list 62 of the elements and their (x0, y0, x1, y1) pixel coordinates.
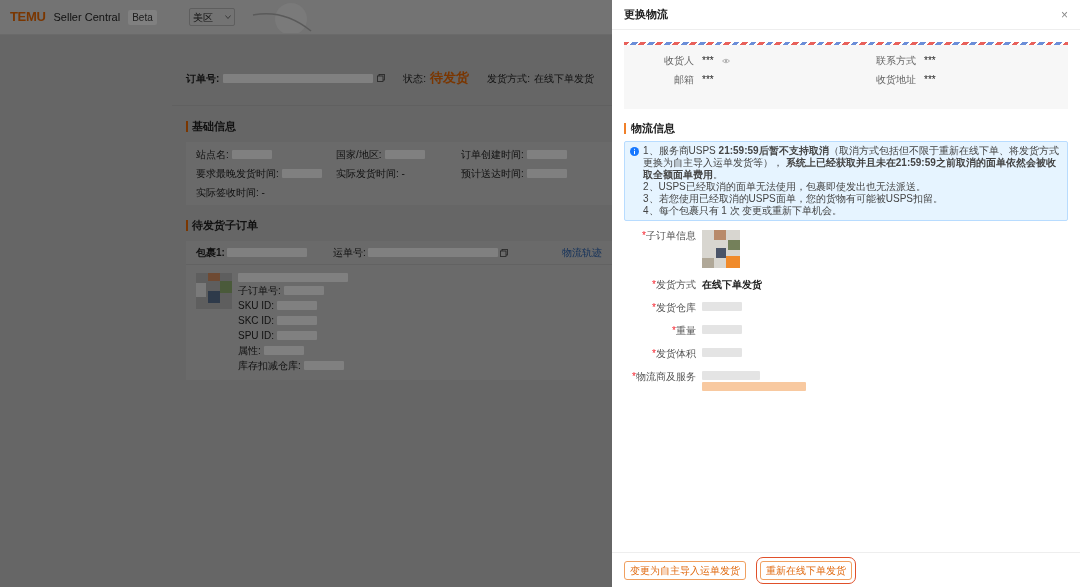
field-label: *发货仓库 (651, 302, 696, 314)
field-label: 站点名: (196, 148, 229, 162)
field-label: *发货体积 (651, 348, 696, 360)
accent-bar (186, 219, 188, 231)
field-label: SKU ID: (238, 299, 275, 313)
field-label: 库存扣减仓库: (238, 359, 301, 373)
region-select[interactable]: 美区 (188, 8, 235, 26)
waybill-label: 运单号: (332, 246, 366, 260)
method-label: 发货方式: (487, 71, 530, 86)
field-text: 实际签收时间: - (196, 186, 265, 200)
field-label: 预计送达时间: (461, 167, 524, 181)
redacted-value (702, 302, 742, 311)
redacted-value (702, 325, 742, 334)
field-value: *** (702, 73, 714, 87)
field-label: 邮箱 (673, 73, 694, 87)
accent-bar (186, 120, 188, 132)
app-name: Seller Central (53, 9, 121, 25)
beta-badge: Beta (128, 9, 157, 25)
status-label: 状态: (403, 71, 427, 86)
field-value: *** (702, 54, 714, 68)
redacted-value (702, 348, 742, 357)
notice-text: 2、USPS已经取消的面单无法使用，包裹即使发出也无法派送。 (643, 181, 927, 193)
field-label: SPU ID: (238, 329, 275, 343)
field-value: *** (924, 73, 936, 87)
caret-icon (224, 15, 231, 19)
field-label: 国家/地区: (336, 148, 382, 162)
section-title: 待发货子订单 (192, 217, 258, 233)
field-label: *物流商及服务 (631, 371, 696, 383)
field-label: SKC ID: (238, 314, 275, 328)
field-label: *发货方式 (651, 279, 696, 291)
close-button[interactable]: × (1061, 8, 1068, 21)
package-label: 包裹1: (196, 246, 225, 260)
field-label: *子订单信息 (641, 230, 696, 242)
copy-icon[interactable] (377, 74, 386, 82)
field-value: 在线下单发货 (702, 279, 762, 291)
field-text: 实际发货时间: - (336, 167, 405, 181)
field-label: 要求最晚发货时间: (196, 167, 279, 181)
action-button[interactable]: 变更为自主导入运单发货 (624, 560, 746, 580)
field-label: 联系方式 (875, 54, 916, 68)
notice-text: 4、每个包裹只有 1 次 变更或重新下单机会。 (643, 205, 844, 217)
tracking-link[interactable]: 物流轨迹 (562, 245, 602, 260)
order-number-label: 订单号: (186, 71, 220, 86)
eye-icon[interactable] (721, 57, 730, 64)
field-label: 订单创建时间: (461, 148, 524, 162)
order-status: 待发货 (430, 69, 470, 88)
notice-text: 1、服务商USPS 21:59:59后暂不支持取消（取消方式包括但不限于重新在线下单、将发货方式更换为自主导入运单发货等）， 系统上已经获取并且未在21:59:59之前取消的面单依然会被收取全额面单费用。 (643, 145, 1060, 181)
notice-text: 3、若您使用已经取消的USPS面单，您的货物有可能被USPS扣留。 (643, 193, 945, 205)
field-value: *** (924, 54, 936, 68)
shipping-method: 在线下单发货 (533, 71, 594, 86)
field-label: 子订单号: (238, 284, 281, 298)
copy-icon[interactable] (499, 248, 508, 257)
info-icon (630, 147, 639, 156)
field-label: 收货地址 (875, 73, 916, 87)
section-title: 物流信息 (631, 120, 675, 136)
accent-bar (624, 122, 626, 134)
drawer-title: 更换物流 (624, 7, 668, 23)
redacted-value (702, 371, 760, 380)
logo: TEMU (10, 8, 46, 27)
field-label: *重量 (671, 325, 696, 337)
field-label: 属性: (238, 344, 261, 358)
field-label: 收货人 (663, 54, 694, 68)
section-title: 基础信息 (192, 118, 236, 134)
